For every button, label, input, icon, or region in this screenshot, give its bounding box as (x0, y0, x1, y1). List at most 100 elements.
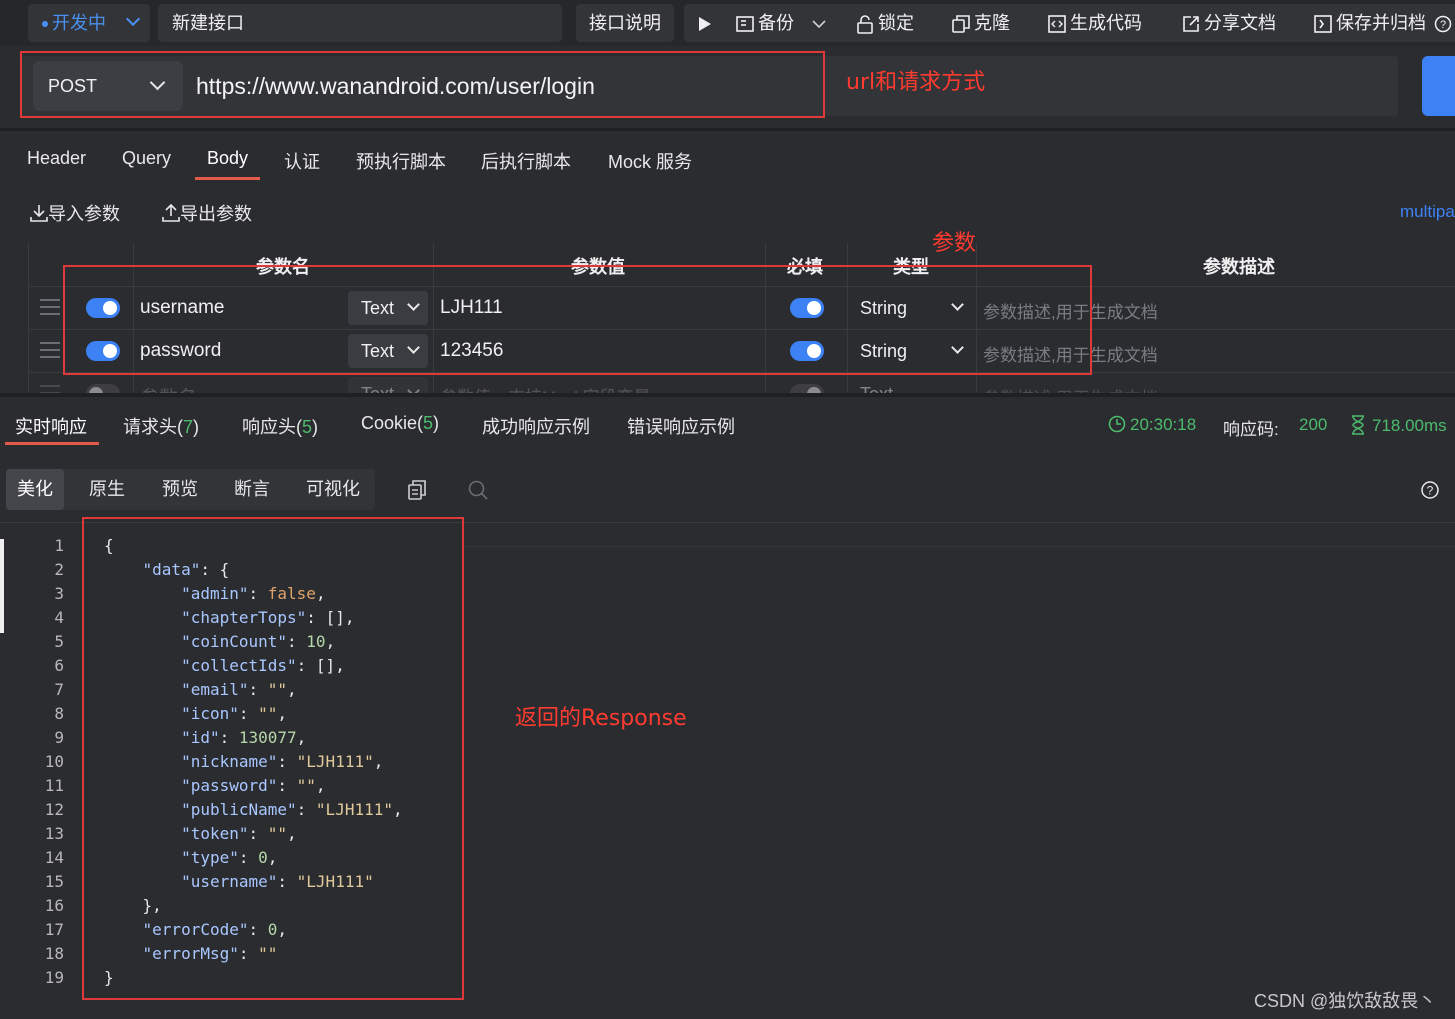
annotation-box-params (63, 265, 1092, 375)
line-number: 15 (44, 872, 64, 891)
tab-error-example[interactable]: 错误响应示例 (627, 413, 735, 439)
tab-mock[interactable]: Mock 服务 (608, 148, 692, 174)
backup-button[interactable]: 备份 (736, 4, 794, 42)
lock-label: 锁定 (878, 13, 914, 33)
annotation-box-url (20, 51, 825, 118)
line-number: 10 (44, 752, 64, 771)
response-duration: 718.00ms (1350, 415, 1447, 436)
param-name-input[interactable]: 参数名 (140, 383, 197, 393)
upload-icon (162, 203, 180, 222)
tab-query[interactable]: Query (122, 148, 171, 169)
drag-handle-icon[interactable] (40, 299, 60, 315)
annotation-params: 参数 (932, 231, 977, 256)
tab-label: 响应头( (242, 417, 302, 437)
param-value-input[interactable]: 参数值，支持Mock字段变量 (440, 383, 651, 393)
export-params-button[interactable]: 导出参数 (162, 200, 252, 226)
chevron-down-icon (125, 11, 141, 27)
save-archive-button[interactable]: 保存并归档 (1314, 4, 1426, 42)
enable-toggle[interactable] (86, 384, 120, 393)
data-type-select[interactable]: Text (848, 377, 972, 393)
copy-icon[interactable] (408, 480, 426, 500)
backup-dropdown[interactable] (812, 4, 826, 42)
share-doc-label: 分享文档 (1204, 13, 1276, 33)
content-type-select[interactable]: multipa (1400, 202, 1455, 222)
lock-button[interactable]: 锁定 (856, 4, 914, 42)
line-number: 8 (54, 704, 64, 723)
tab-assert[interactable]: 断言 (223, 469, 281, 510)
line-number: 18 (44, 944, 64, 963)
run-button[interactable] (698, 4, 716, 42)
backup-label: 备份 (758, 13, 794, 33)
share-doc-button[interactable]: 分享文档 (1182, 4, 1276, 42)
copy-icon (952, 15, 970, 34)
param-description[interactable]: 参数描述,用于生成文档 (983, 384, 1158, 393)
line-number: 12 (44, 800, 64, 819)
import-params-button[interactable]: 导入参数 (30, 200, 120, 226)
field-type-select[interactable]: Text (348, 377, 428, 393)
tab-visualize[interactable]: 可视化 (295, 469, 371, 510)
line-number: 5 (54, 632, 64, 651)
top-toolbar: 开发中 新建接口 接口说明 备份 锁定 克隆 生成代码 分享文档 保存并归档 ? (0, 0, 1455, 46)
tab-preview[interactable]: 预览 (151, 469, 209, 510)
generate-code-label: 生成代码 (1070, 13, 1142, 33)
tab-label-close: ) (193, 417, 200, 437)
line-number: 13 (44, 824, 64, 843)
tab-pretty[interactable]: 美化 (6, 469, 64, 510)
clock-icon (1108, 415, 1126, 433)
search-icon[interactable] (468, 480, 488, 500)
tab-header[interactable]: Header (27, 148, 86, 169)
response-time: 20:30:18 (1108, 415, 1196, 435)
required-toggle[interactable] (790, 384, 824, 393)
tab-request-headers[interactable]: 请求头(7) (123, 413, 199, 439)
line-number: 3 (54, 584, 64, 603)
help-button[interactable]: ? (1434, 4, 1452, 42)
import-params-label: 导入参数 (48, 204, 120, 224)
chevron-down-icon (812, 20, 826, 29)
watermark: CSDN @独饮敌敌畏丶 (1254, 991, 1437, 1011)
tab-label: 请求头( (123, 417, 183, 437)
help-icon: ? (1434, 16, 1452, 33)
status-dropdown[interactable]: 开发中 (28, 4, 150, 42)
tab-success-example[interactable]: 成功响应示例 (482, 413, 590, 439)
tab-post-script[interactable]: 后执行脚本 (481, 148, 571, 174)
tab-cookie[interactable]: Cookie(5) (361, 413, 439, 434)
send-button[interactable] (1422, 56, 1455, 116)
status-dot-icon (42, 21, 48, 28)
tab-body[interactable]: Body (207, 148, 248, 169)
line-number: 9 (54, 728, 64, 747)
tab-raw[interactable]: 原生 (78, 469, 136, 510)
tab-label-close: ) (433, 413, 440, 433)
line-number: 4 (54, 608, 64, 627)
svg-text:?: ? (1427, 484, 1434, 498)
api-description-button[interactable]: 接口说明 (576, 4, 674, 42)
view-mode-tabs: 美化 原生 预览 断言 可视化 (6, 469, 375, 510)
status-label: 开发中 (52, 13, 106, 33)
tab-label: Cookie( (361, 413, 424, 433)
drag-handle-icon[interactable] (40, 342, 60, 358)
api-name-input[interactable]: 新建接口 (158, 4, 562, 42)
generate-code-button[interactable]: 生成代码 (1048, 4, 1142, 42)
line-number: 2 (54, 560, 64, 579)
line-number: 14 (44, 848, 64, 867)
line-number: 7 (54, 680, 64, 699)
line-number: 1 (54, 536, 64, 555)
active-tab-indicator (5, 442, 99, 445)
help-icon[interactable]: ? (1420, 480, 1440, 500)
header-description: 参数描述 (1203, 257, 1275, 277)
status-code-label: 响应码: (1223, 420, 1279, 439)
backup-icon (736, 16, 754, 33)
save-archive-label: 保存并归档 (1336, 13, 1426, 33)
annotation-response: 返回的Response (515, 706, 687, 731)
line-number: 16 (44, 896, 64, 915)
table-row-empty: 参数名 Text 参数值，支持Mock字段变量 Text 参数描述,用于生成文档 (28, 373, 1455, 393)
tab-pre-script[interactable]: 预执行脚本 (356, 148, 446, 174)
divider (0, 393, 1455, 397)
data-type-label: Text (860, 384, 893, 393)
tab-auth[interactable]: 认证 (284, 148, 320, 174)
tab-response-headers[interactable]: 响应头(5) (242, 413, 318, 439)
tab-realtime-response[interactable]: 实时响应 (15, 413, 87, 439)
annotation-url-method: url和请求方式 (846, 70, 986, 95)
drag-handle-icon[interactable] (40, 385, 60, 393)
clone-button[interactable]: 克隆 (952, 4, 1010, 42)
count-badge: 5 (423, 413, 434, 433)
